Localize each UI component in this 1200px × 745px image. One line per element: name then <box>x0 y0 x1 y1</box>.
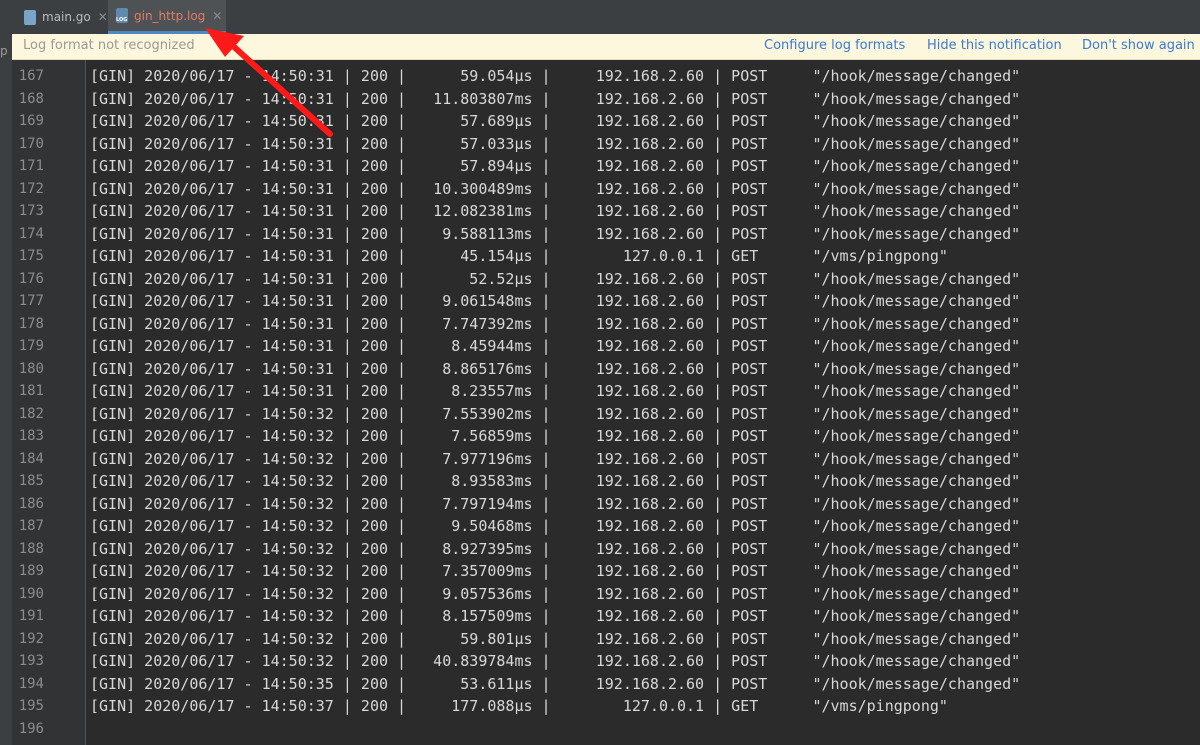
log-line-text: [GIN] 2020/06/17 - 14:50:32 | 200 | 7.56… <box>90 427 1021 445</box>
log-file-icon <box>116 8 128 23</box>
line-number: 190 <box>18 585 44 602</box>
log-line-text: [GIN] 2020/06/17 - 14:50:32 | 200 | 7.35… <box>90 562 1021 580</box>
go-file-icon <box>24 9 36 25</box>
log-line-text: [GIN] 2020/06/17 - 14:50:35 | 200 | 53.6… <box>90 674 1021 693</box>
line-number: 194 <box>18 675 44 692</box>
log-line-text: [GIN] 2020/06/17 - 14:50:31 | 200 | 9.58… <box>90 224 1021 243</box>
log-line-text: [GIN] 2020/06/17 - 14:50:31 | 200 | 11.8… <box>90 89 1021 108</box>
line-number: 189 <box>18 563 44 579</box>
line-number: 180 <box>18 360 44 377</box>
line-number: 184 <box>18 450 44 467</box>
line-number: 182 <box>18 405 44 422</box>
log-line-text: [GIN] 2020/06/17 - 14:50:31 | 200 | 52.5… <box>90 269 1021 288</box>
log-line-text: [GIN] 2020/06/17 - 14:50:32 | 200 | 7.55… <box>90 404 1021 423</box>
notification-banner: Log format not recognized Configure log … <box>12 34 1200 60</box>
line-number: 167 <box>18 68 44 84</box>
left-tool-strip: p <box>0 0 12 745</box>
log-line-text: [GIN] 2020/06/17 - 14:50:32 | 200 | 9.50… <box>90 517 1021 535</box>
line-number: 186 <box>18 495 44 512</box>
notification-message: Log format not recognized <box>23 38 195 53</box>
log-line-text: [GIN] 2020/06/17 - 14:50:31 | 200 | 7.74… <box>90 314 1021 333</box>
line-number: 188 <box>18 540 44 557</box>
line-number: 187 <box>18 518 44 534</box>
log-line-text: [GIN] 2020/06/17 - 14:50:32 | 200 | 40.8… <box>90 652 1021 670</box>
line-number: 185 <box>18 473 44 489</box>
log-line-text: [GIN] 2020/06/17 - 14:50:31 | 200 | 9.06… <box>90 292 1021 310</box>
line-number: 169 <box>18 113 44 129</box>
line-number: 177 <box>18 293 44 309</box>
line-number: 183 <box>18 428 44 444</box>
line-number: 175 <box>18 248 44 264</box>
log-line-text: [GIN] 2020/06/17 - 14:50:31 | 200 | 8.23… <box>90 382 1021 400</box>
line-number: 174 <box>18 225 44 242</box>
line-number: 191 <box>18 608 44 624</box>
log-line-text: [GIN] 2020/06/17 - 14:50:31 | 200 | 57.6… <box>90 112 1021 130</box>
line-number: 171 <box>18 158 44 174</box>
close-icon[interactable]: ✕ <box>98 10 108 24</box>
log-line-text: [GIN] 2020/06/17 - 14:50:31 | 200 | 59.0… <box>90 67 1021 85</box>
log-line-text: [GIN] 2020/06/17 - 14:50:31 | 200 | 12.0… <box>90 202 1021 220</box>
log-line-text: [GIN] 2020/06/17 - 14:50:31 | 200 | 8.86… <box>90 359 1021 378</box>
close-icon[interactable]: ✕ <box>212 9 222 23</box>
line-number: 168 <box>18 90 44 107</box>
log-line-text: [GIN] 2020/06/17 - 14:50:32 | 200 | 8.15… <box>90 607 1021 625</box>
line-number: 196 <box>18 720 44 737</box>
log-line-text: [GIN] 2020/06/17 - 14:50:31 | 200 | 8.45… <box>90 337 1021 355</box>
log-line-text: [GIN] 2020/06/17 - 14:50:31 | 200 | 10.3… <box>90 179 1021 198</box>
log-line-text: [GIN] 2020/06/17 - 14:50:32 | 200 | 59.8… <box>90 629 1021 648</box>
tab-label: main.go <box>42 10 91 24</box>
left-edge-text-fragment: p <box>0 44 8 58</box>
line-number: 181 <box>18 383 44 399</box>
line-number: 179 <box>18 338 44 354</box>
log-editor[interactable]: [GIN] 2020/06/17 - 14:50:31 | 200 | 59.0… <box>86 59 1200 745</box>
dont-show-again-link[interactable]: Don't show again <box>1082 38 1195 53</box>
log-line-text: [GIN] 2020/06/17 - 14:50:31 | 200 | 57.8… <box>90 157 1021 175</box>
log-line-text: [GIN] 2020/06/17 - 14:50:32 | 200 | 7.79… <box>90 494 1021 513</box>
log-line-text: [GIN] 2020/06/17 - 14:50:32 | 200 | 7.97… <box>90 449 1021 468</box>
log-line-text: [GIN] 2020/06/17 - 14:50:31 | 200 | 45.1… <box>90 247 948 265</box>
line-number: 173 <box>18 203 44 219</box>
line-number: 195 <box>18 698 44 714</box>
line-number-gutter: 167 168 169 170 171 172 173 174 175 176 177 178 179 1… <box>12 59 86 745</box>
line-number: 172 <box>18 180 44 197</box>
hide-notification-link[interactable]: Hide this notification <box>927 38 1062 53</box>
configure-log-formats-link[interactable]: Configure log formats <box>764 38 905 53</box>
line-number: 193 <box>18 653 44 669</box>
editor-tab-bar: main.go ✕ gin_http.log ✕ <box>0 0 1200 35</box>
line-number: 170 <box>18 135 44 152</box>
log-line-text: [GIN] 2020/06/17 - 14:50:32 | 200 | 8.92… <box>90 539 1021 558</box>
line-number: 178 <box>18 315 44 332</box>
tab-gin-http-log[interactable]: gin_http.log ✕ <box>108 0 226 34</box>
tab-label: gin_http.log <box>134 8 206 23</box>
line-number: 192 <box>18 630 44 647</box>
log-line-text: [GIN] 2020/06/17 - 14:50:31 | 200 | 57.0… <box>90 134 1021 153</box>
line-number: 176 <box>18 270 44 287</box>
log-line-text: [GIN] 2020/06/17 - 14:50:32 | 200 | 8.93… <box>90 472 1021 490</box>
tab-main-go[interactable]: main.go ✕ <box>16 0 108 34</box>
log-line-text: [GIN] 2020/06/17 - 14:50:32 | 200 | 9.05… <box>90 584 1021 603</box>
log-line-text: [GIN] 2020/06/17 - 14:50:37 | 200 | 177.… <box>90 697 948 715</box>
